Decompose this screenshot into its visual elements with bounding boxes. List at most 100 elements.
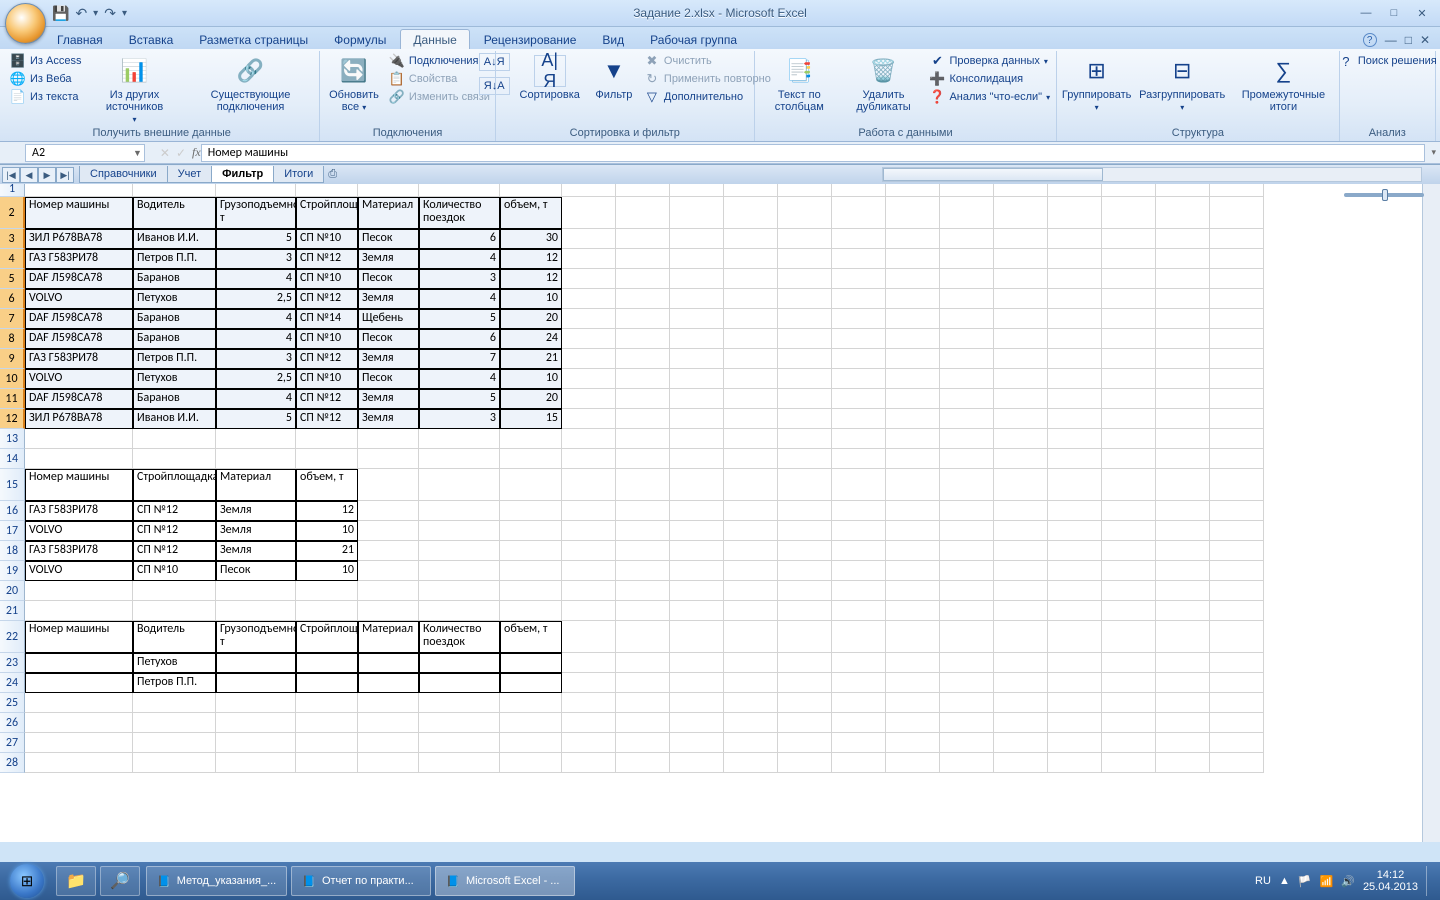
tab-review[interactable]: Рецензирование [472,30,589,49]
cell-G5[interactable]: 12 [500,269,562,289]
cell-B6[interactable]: Петухов [133,289,216,309]
cell-C12[interactable]: 5 [216,409,296,429]
cell-Q22[interactable] [1048,621,1102,653]
cell-M10[interactable] [832,369,886,389]
cell-D10[interactable]: СП №10 [296,369,358,389]
cell-B16[interactable]: СП №12 [133,501,216,521]
cell-C14[interactable] [216,449,296,469]
cell-D14[interactable] [296,449,358,469]
cell-Q21[interactable] [1048,601,1102,621]
other-sources-button[interactable]: 📊Из других источников▾ [87,53,181,126]
cell-S4[interactable] [1156,249,1210,269]
row-header-13[interactable]: 13 [0,429,25,449]
cell-M17[interactable] [832,521,886,541]
cell-S9[interactable] [1156,349,1210,369]
cell-D3[interactable]: СП №10 [296,229,358,249]
cell-F1[interactable] [419,182,500,197]
cell-C28[interactable] [216,753,296,773]
cell-B4[interactable]: Петров П.П. [133,249,216,269]
cell-A14[interactable] [25,449,133,469]
cell-A28[interactable] [25,753,133,773]
cell-T2[interactable] [1210,197,1264,229]
cell-A18[interactable]: ГАЗ Г583РИ78 [25,541,133,561]
cell-T26[interactable] [1210,713,1264,733]
enter-icon[interactable]: ✓ [176,146,186,160]
task-button[interactable]: 📘Отчет по практи... [291,866,431,896]
cell-L6[interactable] [778,289,832,309]
cell-M23[interactable] [832,653,886,673]
connections-button[interactable]: 🔌Подключения [389,53,490,69]
cell-T21[interactable] [1210,601,1264,621]
cell-P1[interactable] [994,182,1048,197]
cell-E27[interactable] [358,733,419,753]
cell-F7[interactable]: 5 [419,309,500,329]
cell-Q8[interactable] [1048,329,1102,349]
cell-H27[interactable] [562,733,616,753]
cell-N24[interactable] [886,673,940,693]
cell-R17[interactable] [1102,521,1156,541]
cell-E22[interactable]: Материал [358,621,419,653]
cell-H8[interactable] [562,329,616,349]
cell-E8[interactable]: Песок [358,329,419,349]
cell-D24[interactable] [296,673,358,693]
cell-O4[interactable] [940,249,994,269]
cell-A25[interactable] [25,693,133,713]
cell-I15[interactable] [616,469,670,501]
cell-A8[interactable]: DAF Л598СА78 [25,329,133,349]
cell-S5[interactable] [1156,269,1210,289]
cell-T27[interactable] [1210,733,1264,753]
office-button[interactable] [5,3,46,44]
cell-B22[interactable]: Водитель [133,621,216,653]
cell-S14[interactable] [1156,449,1210,469]
cell-H5[interactable] [562,269,616,289]
qat-custom-icon[interactable]: ▾ [122,8,127,19]
filter-button[interactable]: ▼Фильтр [590,53,638,103]
cell-T24[interactable] [1210,673,1264,693]
cell-M8[interactable] [832,329,886,349]
cell-C3[interactable]: 5 [216,229,296,249]
task-button[interactable]: 📘Метод_указания_... [146,866,287,896]
cell-N19[interactable] [886,561,940,581]
vertical-scrollbar[interactable] [1422,182,1440,842]
cell-J1[interactable] [670,182,724,197]
cell-H19[interactable] [562,561,616,581]
fx-icon[interactable]: fx [192,145,201,160]
cell-T5[interactable] [1210,269,1264,289]
row-header-23[interactable]: 23 [0,653,25,673]
sort-asc-button[interactable]: А↓Я [479,53,510,71]
cell-G13[interactable] [500,429,562,449]
cell-L24[interactable] [778,673,832,693]
from-web-button[interactable]: 🌐Из Веба [10,71,81,87]
cell-B24[interactable]: Петров П.П. [133,673,216,693]
cell-G25[interactable] [500,693,562,713]
cell-O7[interactable] [940,309,994,329]
cell-I26[interactable] [616,713,670,733]
tray-action-icon[interactable]: 🏳️ [1298,875,1312,888]
sheet-tab-Справочники[interactable]: Справочники [79,166,168,183]
refresh-all-button[interactable]: 🔄Обновить все ▾ [325,53,383,115]
sheet-tab-Фильтр[interactable]: Фильтр [211,166,274,183]
cell-F4[interactable]: 4 [419,249,500,269]
cell-N20[interactable] [886,581,940,601]
cell-R10[interactable] [1102,369,1156,389]
cell-G8[interactable]: 24 [500,329,562,349]
cell-E4[interactable]: Земля [358,249,419,269]
cell-G21[interactable] [500,601,562,621]
cell-N12[interactable] [886,409,940,429]
cell-J5[interactable] [670,269,724,289]
cell-H12[interactable] [562,409,616,429]
cell-I3[interactable] [616,229,670,249]
cell-C2[interactable]: Грузоподъемность, т [216,197,296,229]
cell-T16[interactable] [1210,501,1264,521]
cell-H25[interactable] [562,693,616,713]
row-header-12[interactable]: 12 [0,409,25,429]
row-header-11[interactable]: 11 [0,389,25,409]
cell-E23[interactable] [358,653,419,673]
cell-M21[interactable] [832,601,886,621]
cell-E7[interactable]: Щебень [358,309,419,329]
cell-P21[interactable] [994,601,1048,621]
cell-H23[interactable] [562,653,616,673]
row-header-22[interactable]: 22 [0,621,25,653]
cell-R8[interactable] [1102,329,1156,349]
cell-D1[interactable] [296,182,358,197]
